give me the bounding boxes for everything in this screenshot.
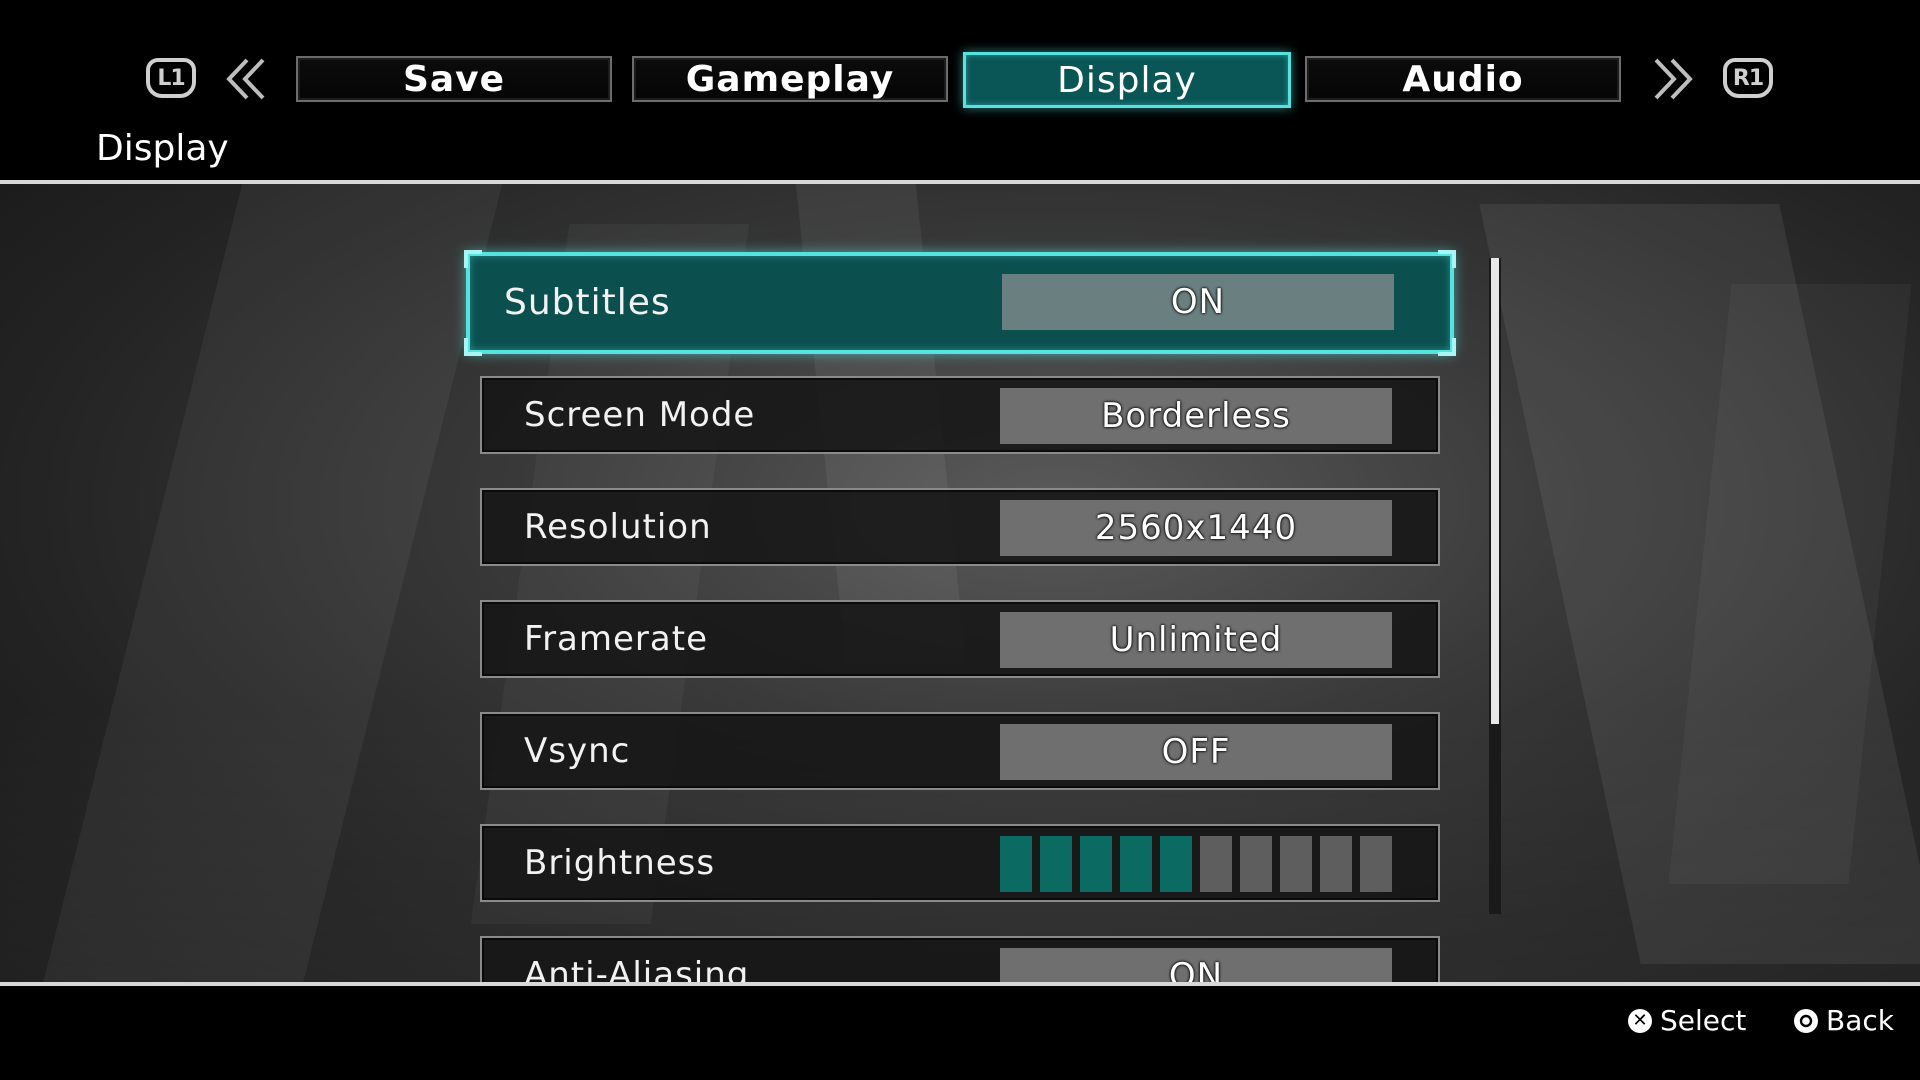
setting-value[interactable]: Unlimited [1000, 612, 1392, 668]
setting-label: Screen Mode [524, 395, 756, 435]
brightness-segment[interactable] [1200, 836, 1232, 892]
settings-list: Subtitles ON Screen Mode Borderless Reso… [0, 184, 1920, 984]
select-hint[interactable]: ✕ Select [1628, 1004, 1746, 1037]
l1-button-icon[interactable]: L1 [146, 58, 196, 98]
setting-row-framerate[interactable]: Framerate Unlimited [480, 600, 1440, 678]
setting-label: Framerate [524, 619, 708, 659]
page-title: Display [96, 128, 229, 169]
cross-button-icon: ✕ [1628, 1008, 1652, 1033]
selection-corner [464, 338, 482, 356]
tab-save[interactable]: Save [296, 56, 612, 102]
top-navigation-bar: L1 Save Gameplay Display Audio R1 Displa… [0, 0, 1920, 180]
brightness-segment[interactable] [1120, 836, 1152, 892]
select-hint-label: Select [1660, 1004, 1747, 1037]
selection-corner [1438, 250, 1456, 268]
selection-corner [1438, 338, 1456, 356]
selection-corner [464, 250, 482, 268]
setting-row-subtitles[interactable]: Subtitles ON [464, 250, 1456, 356]
setting-value[interactable]: ON [1000, 948, 1392, 984]
chevron-left-icon[interactable] [225, 54, 271, 104]
brightness-segment[interactable] [1000, 836, 1032, 892]
tab-display[interactable]: Display [963, 52, 1291, 108]
brightness-slider[interactable] [1000, 836, 1392, 892]
setting-row-resolution[interactable]: Resolution 2560x1440 [480, 488, 1440, 566]
setting-value[interactable]: 2560x1440 [1000, 500, 1392, 556]
setting-label: Brightness [524, 843, 716, 883]
setting-label: Anti-Aliasing [524, 955, 750, 984]
setting-label: Subtitles [504, 282, 671, 323]
tab-audio[interactable]: Audio [1305, 56, 1621, 102]
setting-row-vsync[interactable]: Vsync OFF [480, 712, 1440, 790]
scrollbar-thumb[interactable] [1491, 258, 1499, 724]
setting-label: Vsync [524, 731, 631, 771]
brightness-segment[interactable] [1280, 836, 1312, 892]
brightness-segment[interactable] [1240, 836, 1272, 892]
brightness-segment[interactable] [1040, 836, 1072, 892]
setting-row-brightness[interactable]: Brightness [480, 824, 1440, 902]
chevron-right-icon[interactable] [1648, 54, 1694, 104]
setting-value[interactable]: ON [1002, 274, 1394, 330]
setting-row-screen-mode[interactable]: Screen Mode Borderless [480, 376, 1440, 454]
brightness-segment[interactable] [1360, 836, 1392, 892]
setting-value[interactable]: OFF [1000, 724, 1392, 780]
brightness-segment[interactable] [1320, 836, 1352, 892]
setting-label: Resolution [524, 507, 712, 547]
setting-value[interactable]: Borderless [1000, 388, 1392, 444]
setting-row-anti-aliasing[interactable]: Anti-Aliasing ON [480, 936, 1440, 984]
r1-button-icon[interactable]: R1 [1723, 58, 1773, 98]
tab-gameplay[interactable]: Gameplay [632, 56, 948, 102]
brightness-segment[interactable] [1080, 836, 1112, 892]
back-hint[interactable]: Back [1794, 1004, 1894, 1037]
circle-button-icon [1794, 1008, 1818, 1033]
brightness-segment[interactable] [1160, 836, 1192, 892]
back-hint-label: Back [1826, 1004, 1894, 1037]
